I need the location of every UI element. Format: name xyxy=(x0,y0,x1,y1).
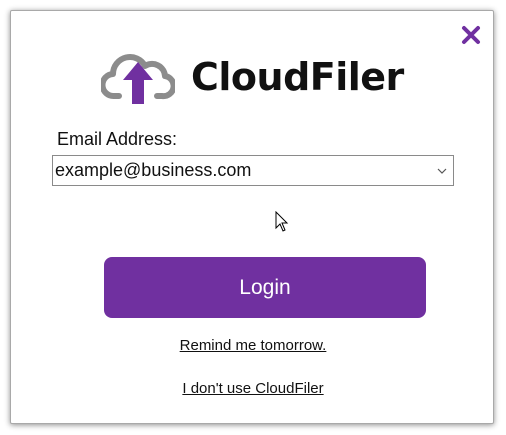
app-name: CloudFiler xyxy=(191,55,404,99)
close-button[interactable] xyxy=(459,23,483,47)
close-icon xyxy=(462,26,480,44)
chevron-down-icon xyxy=(437,168,447,174)
mouse-cursor-icon xyxy=(275,211,289,232)
dont-use-link[interactable]: I don't use CloudFiler xyxy=(11,380,495,397)
email-label: Email Address: xyxy=(57,129,178,149)
cloudfiler-logo: CloudFiler xyxy=(101,45,404,109)
cloud-upload-icon xyxy=(101,54,175,104)
login-button[interactable]: Login xyxy=(104,257,426,318)
remind-tomorrow-link[interactable]: Remind me tomorrow. xyxy=(11,337,495,354)
email-value: example@business.com xyxy=(55,160,252,180)
login-dialog: CloudFiler Email Address: example@busine… xyxy=(10,10,494,424)
email-dropdown[interactable]: example@business.com xyxy=(52,155,454,186)
